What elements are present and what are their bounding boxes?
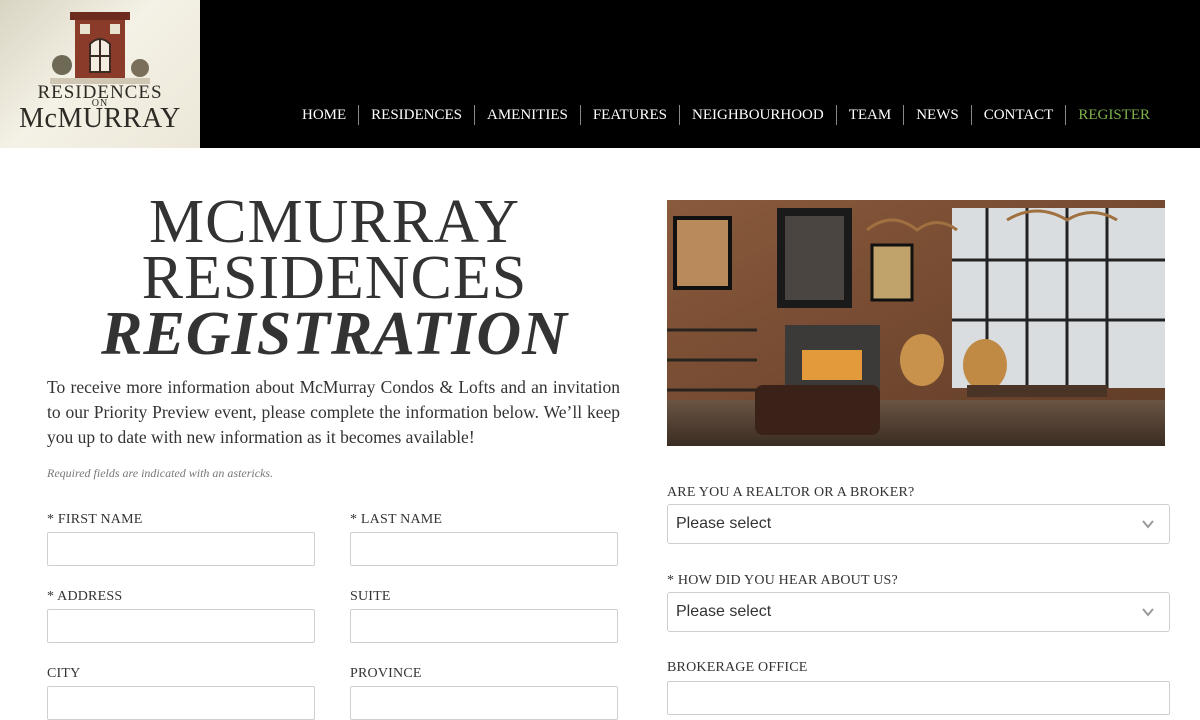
nav-register[interactable]: REGISTER xyxy=(1065,105,1162,125)
suite-label: SUITE xyxy=(350,589,391,604)
address-input[interactable] xyxy=(47,609,315,643)
living-room-photo xyxy=(667,200,1165,446)
nav-team[interactable]: TEAM xyxy=(835,105,904,125)
realtor-label: ARE YOU A REALTOR OR A BROKER? xyxy=(667,485,915,500)
last-name-label: * LAST NAME xyxy=(350,512,443,527)
chevron-down-icon xyxy=(1142,520,1154,529)
province-label: PROVINCE xyxy=(350,666,422,681)
hear-about-select[interactable]: Please select xyxy=(667,592,1170,632)
nav-residences[interactable]: RESIDENCES xyxy=(358,105,474,125)
nav-home[interactable]: HOME xyxy=(290,105,358,125)
brokerage-office-input[interactable] xyxy=(667,681,1170,715)
city-input[interactable] xyxy=(47,686,315,720)
page-title: MCMURRAY RESIDENCES REGISTRATION xyxy=(47,188,622,368)
hear-about-select-value: Please select xyxy=(676,603,772,620)
logo-text-mcmurray: McMURRAY xyxy=(19,103,181,134)
first-name-input[interactable] xyxy=(47,532,315,566)
main-nav: HOME RESIDENCES AMENITIES FEATURES NEIGH… xyxy=(290,103,1162,127)
realtor-select-value: Please select xyxy=(676,515,772,532)
site-header: RESIDENCES ON McMURRAY HOME RESIDENCES A… xyxy=(0,0,1200,148)
living-room-illustration xyxy=(667,200,1165,446)
suite-input[interactable] xyxy=(350,609,618,643)
address-label: * ADDRESS xyxy=(47,589,123,604)
chevron-down-icon xyxy=(1142,608,1154,617)
hear-about-label: * HOW DID YOU HEAR ABOUT US? xyxy=(667,573,898,588)
province-input[interactable] xyxy=(350,686,618,720)
last-name-input[interactable] xyxy=(350,532,618,566)
nav-amenities[interactable]: AMENITIES xyxy=(474,105,580,125)
nav-news[interactable]: NEWS xyxy=(903,105,971,125)
nav-features[interactable]: FEATURES xyxy=(579,105,679,125)
city-label: CITY xyxy=(47,666,81,681)
title-line-3: REGISTRATION xyxy=(101,300,568,368)
first-name-label: * FIRST NAME xyxy=(47,512,143,527)
nav-neighbourhood[interactable]: NEIGHBOURHOOD xyxy=(679,105,836,125)
brokerage-office-label: BROKERAGE OFFICE xyxy=(667,660,808,675)
title-line-2: RESIDENCES xyxy=(141,244,528,312)
site-logo[interactable]: RESIDENCES ON McMURRAY xyxy=(0,0,200,148)
title-line-1: MCMURRAY xyxy=(149,188,520,256)
realtor-select[interactable]: Please select xyxy=(667,504,1170,544)
nav-contact[interactable]: CONTACT xyxy=(970,105,1066,125)
required-note: Required fields are indicated with an as… xyxy=(47,466,274,480)
building-logo-icon xyxy=(50,12,150,84)
intro-text: To receive more information about McMurr… xyxy=(47,377,620,447)
